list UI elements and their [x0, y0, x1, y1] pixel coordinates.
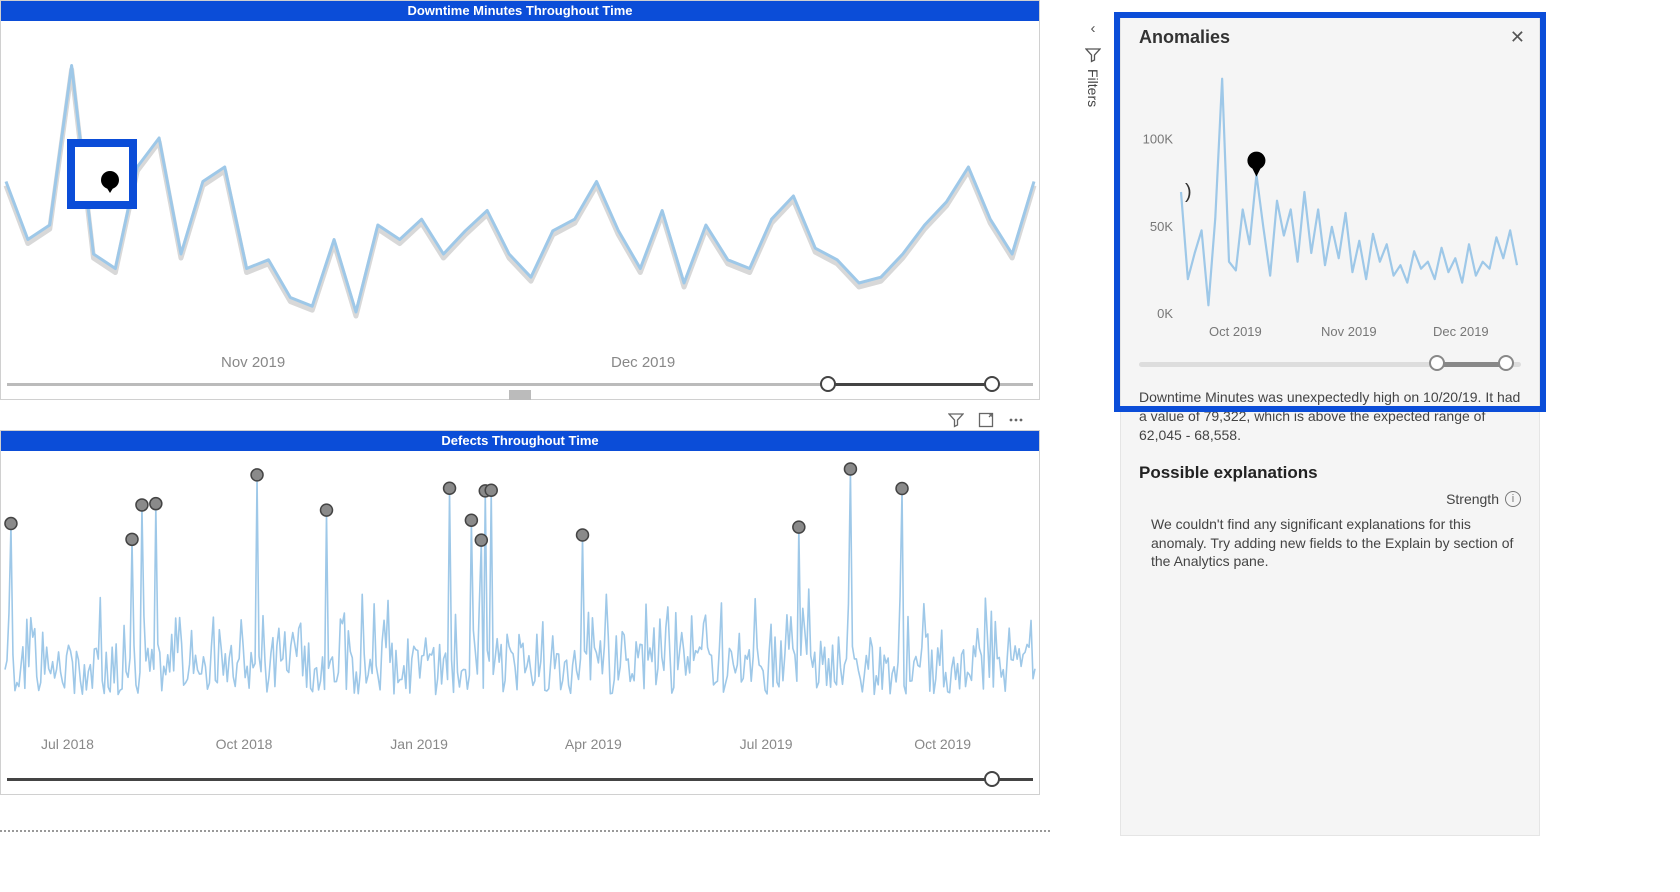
report-canvas: Downtime Minutes Throughout Time Nov 201… [0, 0, 1050, 820]
svg-text:Dec 2019: Dec 2019 [611, 354, 675, 371]
svg-text:Jul 2019: Jul 2019 [740, 736, 793, 752]
defects-chart-body[interactable]: Jul 2018 Oct 2018 Jan 2019 Apr 2019 Jul 2019… [1, 451, 1039, 794]
filter-icon[interactable] [946, 410, 966, 430]
canvas-divider [0, 830, 1050, 832]
defects-chart-card[interactable]: Defects Throughout Time Jul 2018 Oct 2018… [0, 430, 1040, 795]
svg-text:Apr 2019: Apr 2019 [565, 736, 622, 752]
downtime-chart-card[interactable]: Downtime Minutes Throughout Time Nov 201… [0, 0, 1040, 400]
slider-handle-end[interactable] [984, 771, 1000, 787]
slider-handle-start[interactable] [820, 376, 836, 392]
downtime-chart-body[interactable]: Nov 2019 Dec 2019 [1, 21, 1039, 399]
anomaly-description: Downtime Minutes was unexpectedly high o… [1121, 378, 1539, 449]
filters-pane-collapsed[interactable]: ‹ Filters [1080, 20, 1106, 107]
slider-handle-end[interactable] [1498, 355, 1514, 371]
possible-explanations-title: Possible explanations [1121, 449, 1539, 487]
anomaly-marker-icon[interactable] [101, 171, 119, 189]
defects-line-chart[interactable]: Jul 2018 Oct 2018 Jan 2019 Apr 2019 Jul 2019… [1, 451, 1039, 771]
anomalies-panel: Anomalies ✕ 100K 50K 0K Oct 2019 Nov 2019 Dec… [1120, 16, 1540, 836]
close-icon[interactable]: ✕ [1510, 27, 1525, 48]
svg-text:Oct 2019: Oct 2019 [914, 736, 971, 752]
svg-text:): ) [1185, 181, 1192, 203]
info-icon[interactable]: i [1505, 491, 1521, 507]
svg-text:Dec 2019: Dec 2019 [1433, 324, 1489, 339]
slider-handle-end[interactable] [984, 376, 1000, 392]
defects-chart-title: Defects Throughout Time [1, 431, 1039, 451]
defects-range-slider[interactable] [7, 770, 1033, 788]
slider-handle-start[interactable] [1429, 355, 1445, 371]
svg-text:0K: 0K [1157, 306, 1173, 321]
more-options-icon[interactable] [1006, 410, 1026, 430]
svg-text:Nov 2019: Nov 2019 [1321, 324, 1377, 339]
anomaly-highlight-box [67, 139, 137, 209]
svg-text:Nov 2019: Nov 2019 [221, 354, 285, 371]
downtime-line-chart[interactable]: Nov 2019 Dec 2019 [1, 21, 1039, 381]
strength-label: Strength [1446, 491, 1499, 507]
filters-label: Filters [1085, 69, 1101, 107]
explanations-text: We couldn't find any significant explana… [1121, 511, 1539, 576]
anomalies-mini-chart[interactable]: 100K 50K 0K Oct 2019 Nov 2019 Dec 2019) [1135, 60, 1525, 350]
svg-text:50K: 50K [1150, 219, 1173, 234]
resize-grip[interactable] [509, 390, 531, 400]
anomalies-range-slider[interactable] [1139, 354, 1521, 372]
svg-text:100K: 100K [1143, 132, 1174, 147]
svg-text:Oct 2018: Oct 2018 [216, 736, 273, 752]
focus-mode-icon[interactable] [976, 410, 996, 430]
svg-text:Jan 2019: Jan 2019 [390, 736, 448, 752]
svg-text:Oct 2019: Oct 2019 [1209, 324, 1262, 339]
anomalies-title: Anomalies [1139, 27, 1230, 48]
downtime-chart-title: Downtime Minutes Throughout Time [1, 1, 1039, 21]
chevron-left-icon[interactable]: ‹ [1091, 20, 1096, 37]
svg-text:Jul 2018: Jul 2018 [41, 736, 94, 752]
filter-icon[interactable] [1085, 47, 1101, 63]
